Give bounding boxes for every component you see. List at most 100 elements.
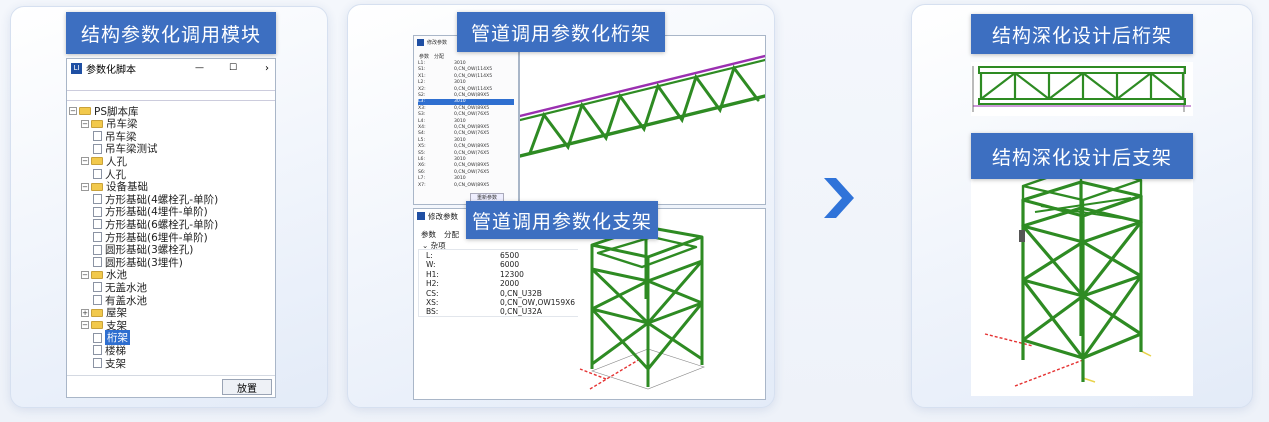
search-strip[interactable] xyxy=(67,91,275,101)
truss-param-row[interactable]: S6: 0,CN_OW(76X5 xyxy=(418,170,514,176)
truss-param-row[interactable]: X3: 0,CN_OW(89X5 xyxy=(418,106,514,112)
truss-param-list: L1: 3010 S1: 0,CN_OW(114X5 X1: 0,CN_OW(114X5 L… xyxy=(414,61,518,191)
script-window: LI 参数化脚本 — ☐ › − PS脚本库 − 吊车梁 吊车梁 吊车梁测试 − 人孔 人孔 − 设… xyxy=(66,58,276,398)
param-key: L4: xyxy=(418,118,426,124)
script-file-icon xyxy=(93,282,102,293)
truss-param-row[interactable]: X5: 0,CN_OW(89X5 xyxy=(418,144,514,150)
support-window-title: 修改参数 xyxy=(428,211,458,221)
param-key: X1: xyxy=(418,73,426,79)
close-icon[interactable]: › xyxy=(265,63,269,74)
collapse-icon[interactable]: − xyxy=(81,157,89,166)
param-value: 0,CN_OW(114X5 xyxy=(454,67,493,73)
folder-icon xyxy=(91,270,103,279)
script-window-titlebar: LI 参数化脚本 — ☐ › xyxy=(67,59,275,77)
collapse-icon[interactable]: − xyxy=(69,107,77,115)
script-file-icon xyxy=(93,206,102,217)
collapse-icon[interactable]: − xyxy=(81,119,89,128)
script-file-icon xyxy=(93,219,102,230)
folder-icon xyxy=(91,119,103,128)
param-key: X6: xyxy=(418,163,426,169)
tree-item-label: 支架 xyxy=(105,357,126,370)
truss-param-row[interactable]: X6: 0,CN_OW(89X5 xyxy=(418,163,514,169)
minimize-icon[interactable]: — xyxy=(195,63,204,73)
param-key: L5: xyxy=(418,137,426,143)
expand-icon[interactable]: + xyxy=(81,308,89,317)
right-truss-banner: 结构深化设计后桁架 xyxy=(971,14,1193,54)
param-key: X7: xyxy=(418,182,426,188)
truss-viewport xyxy=(518,35,767,205)
param-key: L3: xyxy=(418,99,426,105)
script-file-icon xyxy=(93,257,102,268)
collapse-icon[interactable]: − xyxy=(81,270,89,279)
param-value: 3010 xyxy=(454,99,466,105)
param-key: X2: xyxy=(418,86,426,92)
detailed-truss-view xyxy=(971,62,1193,116)
detailed-truss-drawing xyxy=(972,66,1191,112)
param-key: L2: xyxy=(418,80,426,86)
script-file-icon xyxy=(93,143,102,154)
param-value: 3010 xyxy=(454,118,466,124)
folder-icon xyxy=(79,107,91,115)
folder-icon xyxy=(91,157,103,166)
parametric-truss-drawing xyxy=(518,54,767,158)
script-file-icon xyxy=(93,131,102,142)
param-key: L7: xyxy=(418,176,426,182)
param-value: 3010 xyxy=(454,176,466,182)
truss-param-row[interactable]: S3: 0,CN_OW(76X5 xyxy=(418,112,514,118)
param-key: X3: xyxy=(418,105,426,111)
script-file-icon xyxy=(93,332,102,343)
script-file-icon xyxy=(93,345,102,356)
right-support-banner: 结构深化设计后支架 xyxy=(971,133,1193,179)
left-banner: 结构参数化调用模块 xyxy=(66,12,276,54)
param-value: 3010 xyxy=(454,80,466,86)
detailed-support-drawing xyxy=(984,164,1152,387)
script-file-icon xyxy=(93,244,102,255)
param-key: S5: xyxy=(418,150,426,156)
support-tab-params[interactable]: 参数 xyxy=(421,229,436,240)
param-key: S3: xyxy=(418,112,426,118)
place-button[interactable]: 放置 xyxy=(222,379,272,395)
maximize-icon[interactable]: ☐ xyxy=(229,63,237,73)
truss-param-row[interactable]: L2: 3010 xyxy=(418,80,514,86)
folder-icon xyxy=(91,321,103,330)
truss-param-row[interactable]: X2: 0,CN_OW(114X5 xyxy=(418,87,514,93)
param-key: X5: xyxy=(418,144,426,150)
truss-banner: 管道调用参数化桁架 xyxy=(457,12,665,52)
truss-param-row[interactable]: S4: 0,CN_OW(76X5 xyxy=(418,131,514,137)
truss-param-row[interactable]: X1: 0,CN_OW(114X5 xyxy=(418,74,514,80)
app-icon: LI xyxy=(71,62,82,74)
truss-param-row[interactable]: L4: 3010 xyxy=(418,119,514,125)
truss-param-row[interactable]: S1: 0,CN_OW(114X5 xyxy=(418,67,514,73)
tree-bottom-divider xyxy=(67,375,275,376)
truss-param-row[interactable]: L5: 3010 xyxy=(418,138,514,144)
param-value: 0,CN_OW(76X5 xyxy=(454,169,490,175)
collapse-icon[interactable]: − xyxy=(81,321,89,330)
support-tab-assign[interactable]: 分配 xyxy=(444,229,459,240)
truss-param-row[interactable]: S2: 0,CN_OW(89X5 xyxy=(418,93,514,99)
param-key: S4: xyxy=(418,131,426,137)
folder-icon xyxy=(91,308,103,317)
tree-item[interactable]: 支架 xyxy=(69,357,126,370)
app-icon xyxy=(417,38,424,46)
param-value: 0,CN_OW(89X5 xyxy=(454,144,490,150)
truss-param-row[interactable]: X7: 0,CN_OW(89X5 xyxy=(418,183,514,189)
detailed-support-view xyxy=(971,146,1193,396)
truss-window-title: 修改参数 xyxy=(427,39,448,46)
script-file-icon xyxy=(93,232,102,242)
param-value: 3010 xyxy=(454,137,466,143)
param-value: 0,CN_OW(76X5 xyxy=(454,112,490,118)
folder-icon xyxy=(91,182,103,191)
truss-param-row[interactable]: L3: 3010 xyxy=(418,99,514,106)
app-icon xyxy=(417,212,425,220)
truss-tab-assign[interactable]: 分配 xyxy=(434,53,444,60)
truss-param-window: 修改参数 参数 分配 L1: 3010 S1: 0,CN_OW(114X5 X1: 0,C… xyxy=(413,35,519,205)
script-file-icon xyxy=(93,295,102,305)
collapse-icon[interactable]: − xyxy=(81,182,89,191)
truss-tab-params[interactable]: 参数 xyxy=(419,53,429,60)
param-value: 0,CN_OW(89X5 xyxy=(454,163,490,169)
truss-param-row[interactable]: S5: 0,CN_OW(76X5 xyxy=(418,151,514,157)
script-tree: − PS脚本库 − 吊车梁 吊车梁 吊车梁测试 − 人孔 人孔 − 设备基础 方形基础(4螺栓孔-单阶… xyxy=(69,105,273,371)
truss-param-row[interactable]: L7: 3010 xyxy=(418,176,514,182)
param-key: S1: xyxy=(418,67,426,73)
param-value: 0,CN_OW(89X5 xyxy=(454,182,490,188)
